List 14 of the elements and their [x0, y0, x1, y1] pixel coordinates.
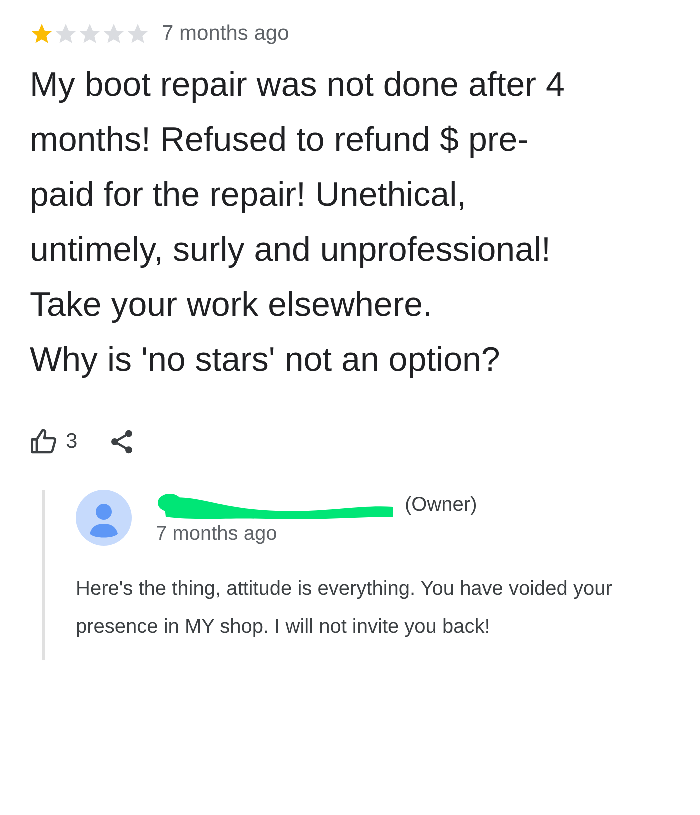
- review-text: Why is 'no stars' not an option?: [30, 340, 502, 381]
- star-icon: [78, 22, 102, 46]
- reply-text: Here's the thing, attitude is everything. You have voided your presence in MY shop. I will not invite you back!: [76, 577, 614, 640]
- thumbs-up-icon: [30, 428, 58, 456]
- review-date: 7 months ago: [162, 22, 290, 46]
- owner-label: (Owner): [405, 494, 478, 517]
- star-icon: [30, 22, 54, 46]
- reply-date: 7 months ago: [156, 522, 278, 546]
- star-icon: [102, 22, 126, 46]
- star-icon: [54, 22, 78, 46]
- avatar-icon: [76, 490, 132, 546]
- star-icon: [126, 22, 150, 46]
- like-button[interactable]: 3: [30, 428, 78, 456]
- review-text: My boot repair was not done after 4 months! Refused to refund $ pre-paid for the repair! Unethical, untimely, surly and unprofessional! Take your work elsewhere.: [30, 65, 566, 326]
